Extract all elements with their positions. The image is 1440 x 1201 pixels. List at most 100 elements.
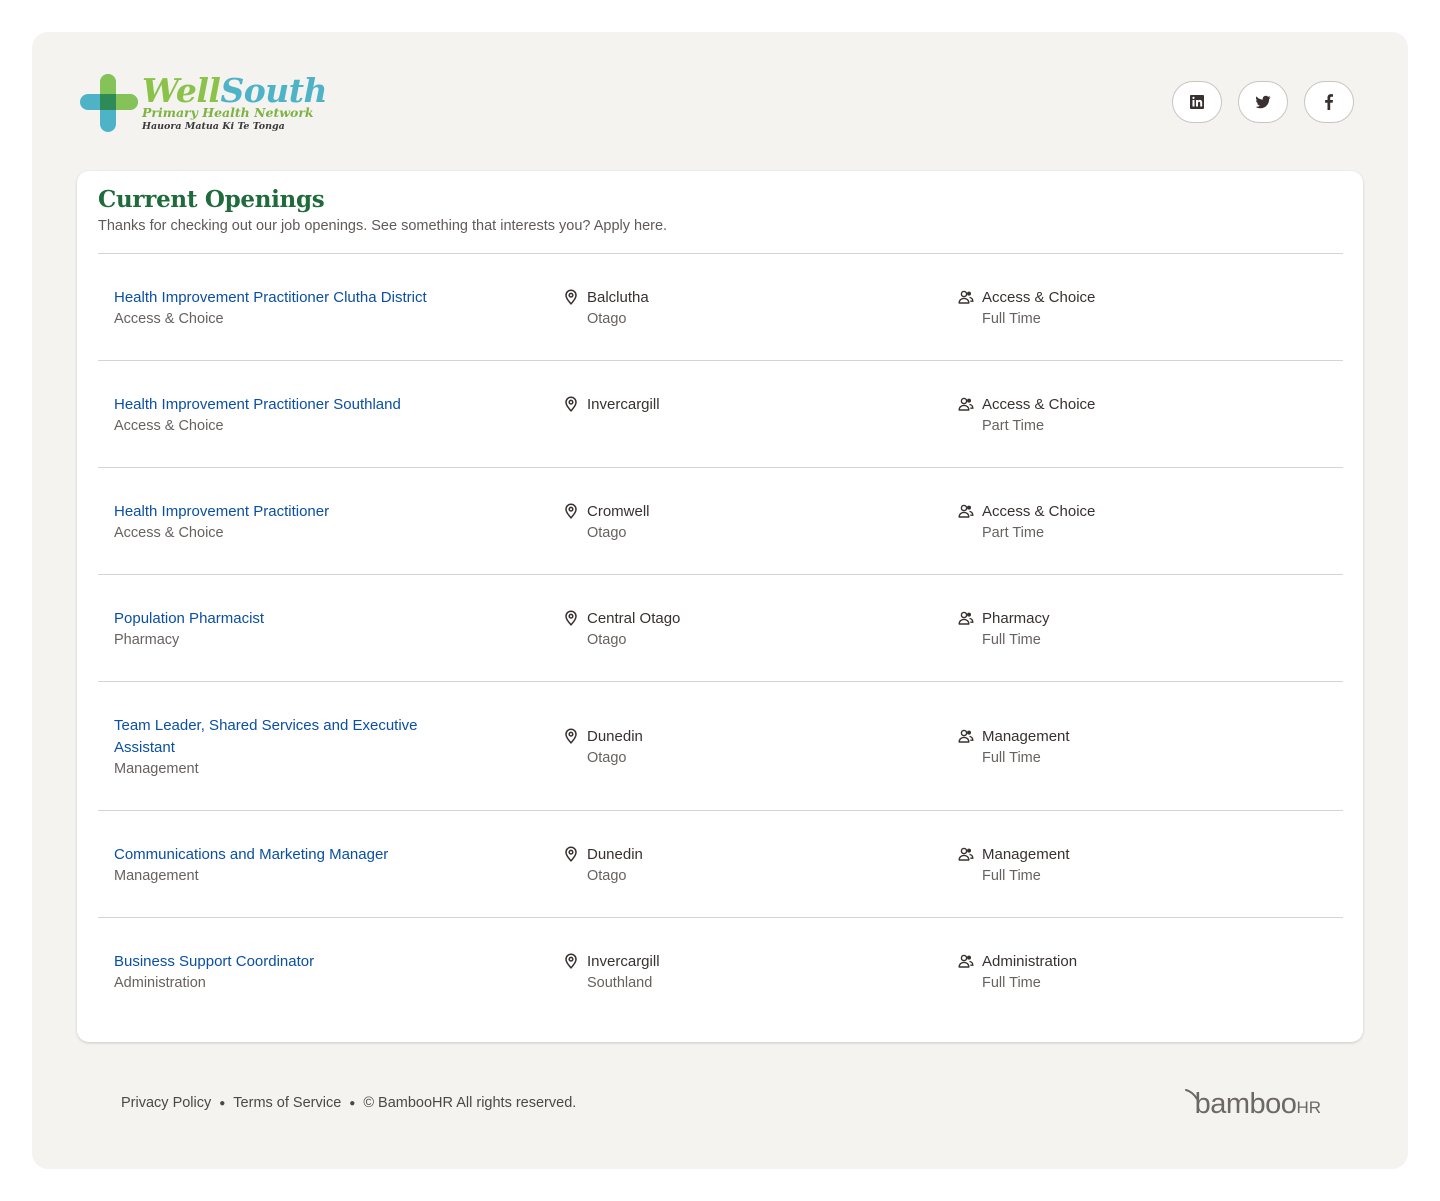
- job-team-type: Management Full Time: [958, 726, 1070, 768]
- page-title: Current Openings: [98, 186, 325, 213]
- job-city: Dunedin: [587, 728, 643, 745]
- bamboohr-logo[interactable]: bamboo HR: [1184, 1088, 1321, 1121]
- job-department: Administration: [114, 975, 206, 991]
- current-openings-card: Current Openings Thanks for checking out…: [77, 171, 1363, 1042]
- job-department: Access & Choice: [114, 525, 224, 541]
- job-title-link[interactable]: Business Support Coordinator: [114, 951, 464, 973]
- job-region: Otago: [587, 525, 627, 541]
- job-employment-type: Full Time: [982, 868, 1041, 884]
- job-title-link[interactable]: Health Improvement Practitioner Southlan…: [114, 394, 464, 416]
- job-location: Central Otago Otago: [563, 608, 680, 650]
- job-team: Management: [982, 728, 1070, 745]
- location-pin-icon: [565, 503, 577, 519]
- job-city: Invercargill: [587, 953, 660, 970]
- job-employment-type: Full Time: [982, 750, 1041, 766]
- job-team: Access & Choice: [982, 503, 1096, 520]
- job-row: Health Improvement Practitioner Southlan…: [98, 361, 1343, 468]
- job-title-link[interactable]: Population Pharmacist: [114, 608, 464, 630]
- job-team-type: Pharmacy Full Time: [958, 608, 1050, 650]
- job-info: Communications and Marketing Manager Mana…: [114, 844, 464, 886]
- brand-subtitle: Primary Health Network: [142, 105, 314, 120]
- job-row: Health Improvement Practitioner Clutha D…: [98, 254, 1343, 361]
- twitter-icon: [1255, 95, 1271, 109]
- brand-maori-subtitle: Hauora Matua Ki Te Tonga: [142, 121, 285, 132]
- location-pin-icon: [565, 728, 577, 744]
- job-team-type: Administration Full Time: [958, 951, 1077, 993]
- job-team: Access & Choice: [982, 289, 1096, 306]
- facebook-icon: [1325, 94, 1333, 110]
- separator-dot: ●: [219, 1097, 226, 1109]
- people-icon: [958, 729, 974, 743]
- job-team-type: Access & Choice Part Time: [958, 501, 1095, 543]
- job-region: Otago: [587, 750, 627, 766]
- job-city: Dunedin: [587, 846, 643, 863]
- bamboohr-wordmark: bamboo: [1194, 1088, 1297, 1120]
- job-row: Health Improvement Practitioner Access & …: [98, 468, 1343, 575]
- location-pin-icon: [565, 953, 577, 969]
- job-employment-type: Full Time: [982, 632, 1041, 648]
- job-department: Access & Choice: [114, 418, 224, 434]
- job-title-link[interactable]: Team Leader, Shared Services and Executi…: [114, 715, 464, 759]
- job-city: Invercargill: [587, 396, 660, 413]
- social-links: [1172, 81, 1354, 123]
- job-region: Otago: [587, 632, 627, 648]
- people-icon: [958, 954, 974, 968]
- page-container: WellSouth Primary Health Network Hauora …: [32, 32, 1408, 1169]
- location-pin-icon: [565, 610, 577, 626]
- job-location: Balclutha Otago: [563, 287, 649, 329]
- job-title-link[interactable]: Health Improvement Practitioner Clutha D…: [114, 287, 464, 309]
- separator-dot: ●: [349, 1097, 356, 1109]
- job-title-link[interactable]: Communications and Marketing Manager: [114, 844, 464, 866]
- job-city: Central Otago: [587, 610, 681, 627]
- cross-logo-icon: [80, 74, 138, 132]
- job-employment-type: Part Time: [982, 525, 1045, 541]
- copyright-text: © BambooHR All rights reserved.: [363, 1095, 577, 1111]
- job-row: Business Support Coordinator Administrati…: [98, 918, 1343, 1025]
- people-icon: [958, 397, 974, 411]
- job-department: Management: [114, 868, 199, 884]
- wellsouth-logo[interactable]: WellSouth Primary Health Network Hauora …: [80, 72, 328, 134]
- job-info: Business Support Coordinator Administrati…: [114, 951, 464, 993]
- job-location: Invercargill: [563, 394, 660, 416]
- job-region: Otago: [587, 868, 627, 884]
- terms-of-service-link[interactable]: Terms of Service: [233, 1095, 341, 1111]
- job-team: Management: [982, 846, 1070, 863]
- job-info: Health Improvement Practitioner Southlan…: [114, 394, 464, 436]
- people-icon: [958, 290, 974, 304]
- job-location: Cromwell Otago: [563, 501, 650, 543]
- job-team-type: Access & Choice Full Time: [958, 287, 1095, 329]
- job-team-type: Access & Choice Part Time: [958, 394, 1095, 436]
- job-employment-type: Full Time: [982, 311, 1041, 327]
- privacy-policy-link[interactable]: Privacy Policy: [121, 1095, 211, 1111]
- job-row: Population Pharmacist Pharmacy Central Ota…: [98, 575, 1343, 682]
- job-employment-type: Full Time: [982, 975, 1041, 991]
- location-pin-icon: [565, 289, 577, 305]
- people-icon: [958, 504, 974, 518]
- job-team-type: Management Full Time: [958, 844, 1070, 886]
- job-location: Invercargill Southland: [563, 951, 660, 993]
- job-info: Health Improvement Practitioner Access & …: [114, 501, 464, 543]
- location-pin-icon: [565, 846, 577, 862]
- people-icon: [958, 847, 974, 861]
- job-info: Population Pharmacist Pharmacy: [114, 608, 464, 650]
- job-region: Otago: [587, 311, 627, 327]
- facebook-button[interactable]: [1304, 81, 1354, 123]
- job-city: Cromwell: [587, 503, 650, 520]
- linkedin-button[interactable]: [1172, 81, 1222, 123]
- linkedin-icon: [1190, 95, 1204, 109]
- job-employment-type: Part Time: [982, 418, 1045, 434]
- job-department: Pharmacy: [114, 632, 180, 648]
- job-location: Dunedin Otago: [563, 726, 643, 768]
- job-info: Health Improvement Practitioner Clutha D…: [114, 287, 464, 329]
- job-info: Team Leader, Shared Services and Executi…: [114, 715, 464, 779]
- job-title-link[interactable]: Health Improvement Practitioner: [114, 501, 464, 523]
- job-location: Dunedin Otago: [563, 844, 643, 886]
- job-department: Access & Choice: [114, 311, 224, 327]
- job-list: Health Improvement Practitioner Clutha D…: [98, 253, 1343, 1025]
- people-icon: [958, 611, 974, 625]
- job-region: Southland: [587, 975, 653, 991]
- job-team: Access & Choice: [982, 396, 1096, 413]
- location-pin-icon: [565, 396, 577, 412]
- job-department: Management: [114, 761, 199, 777]
- twitter-button[interactable]: [1238, 81, 1288, 123]
